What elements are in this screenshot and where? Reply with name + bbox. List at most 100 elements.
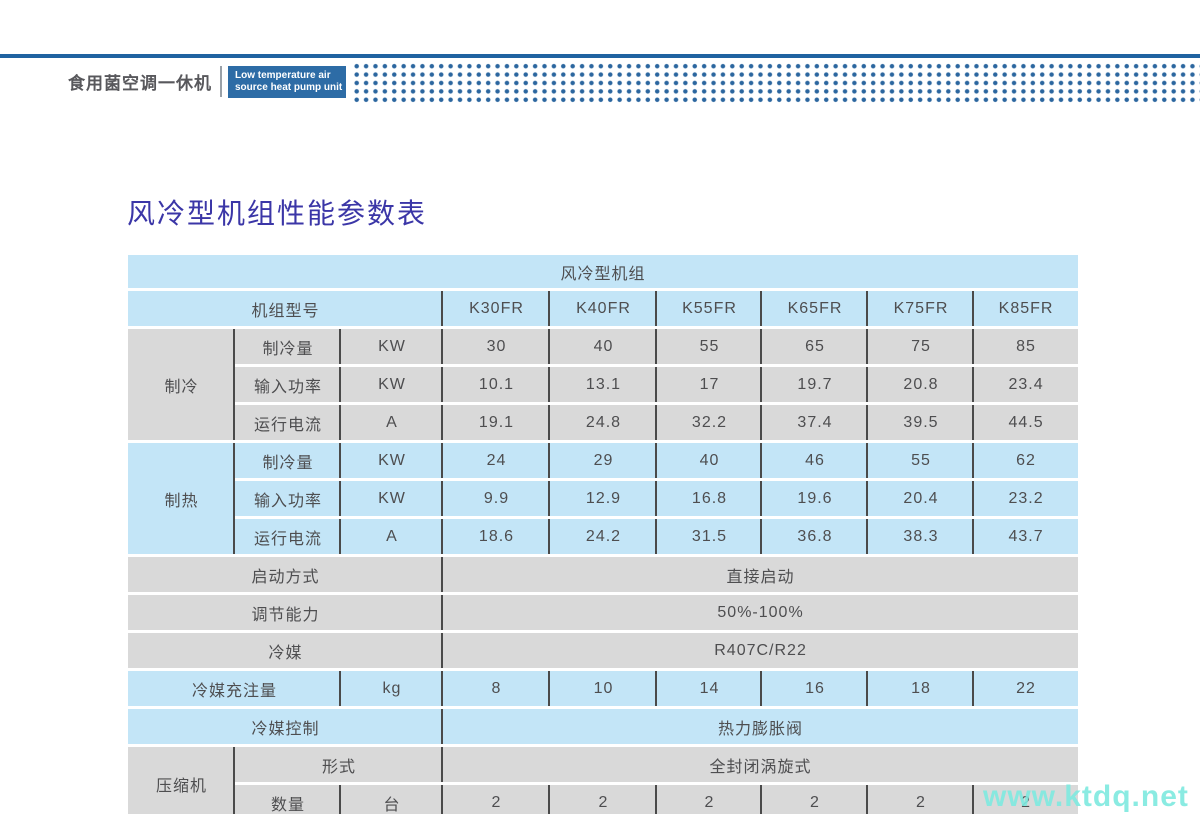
row-header: 启动方式 [128, 557, 443, 595]
unit-cell: KW [341, 367, 443, 405]
value-cell: 29 [550, 443, 657, 481]
catalog-page: 食用菌空调一休机 Low temperature air source heat… [0, 0, 1200, 814]
unit-cell: KW [341, 481, 443, 519]
value-cell: 9.9 [443, 481, 550, 519]
unit-cell: KW [341, 443, 443, 481]
value-cell: 20.4 [868, 481, 974, 519]
site-watermark: www.ktdq.net [983, 780, 1189, 814]
value-cell: 23.2 [974, 481, 1078, 519]
row-header: 调节能力 [128, 595, 443, 633]
row-header: 输入功率 [235, 481, 341, 519]
badge-line2: source heat pump unit [235, 82, 346, 94]
value-cell: 18.6 [443, 519, 550, 557]
value-cell: 37.4 [762, 405, 868, 443]
value-cell: 43.7 [974, 519, 1078, 557]
row-header: 制冷量 [235, 329, 341, 367]
value-cell: 44.5 [974, 405, 1078, 443]
spec-table-container: 风冷型机组机组型号K30FRK40FRK55FRK65FRK75FRK85FR制… [128, 255, 1078, 814]
row-header: 冷媒控制 [128, 709, 443, 747]
value-cell: 24 [443, 443, 550, 481]
table-row: 风冷型机组 [128, 255, 1078, 291]
group-header-heating: 制热 [128, 443, 235, 557]
value-cell: 2 [443, 785, 550, 814]
product-badge: Low temperature air source heat pump uni… [228, 66, 346, 98]
value-cell: 46 [762, 443, 868, 481]
value-cell: 75 [868, 329, 974, 367]
value-cell: 55 [868, 443, 974, 481]
value-cell: 65 [762, 329, 868, 367]
row-header: 运行电流 [235, 405, 341, 443]
value-cell: 39.5 [868, 405, 974, 443]
row-header: 制冷量 [235, 443, 341, 481]
column-header-model: K30FR [443, 291, 550, 329]
brand-title: 食用菌空调一休机 [68, 70, 218, 98]
page-title: 风冷型机组性能参数表 [127, 192, 427, 232]
value-cell: 17 [657, 367, 762, 405]
table-row: 制热制冷量KW242940465562 [128, 443, 1078, 481]
value-cell: 10 [550, 671, 657, 709]
row-header: 运行电流 [235, 519, 341, 557]
column-header-model: K65FR [762, 291, 868, 329]
value-cell: 2 [868, 785, 974, 814]
value-cell: 30 [443, 329, 550, 367]
table-row: 运行电流A18.624.231.536.838.343.7 [128, 519, 1078, 557]
value-cell: 85 [974, 329, 1078, 367]
value-cell: 36.8 [762, 519, 868, 557]
value-cell: 32.2 [657, 405, 762, 443]
unit-cell: kg [341, 671, 443, 709]
value-cell: 13.1 [550, 367, 657, 405]
value-cell: 19.6 [762, 481, 868, 519]
value-cell: 16.8 [657, 481, 762, 519]
value-cell: 31.5 [657, 519, 762, 557]
unit-cell: 台 [341, 785, 443, 814]
value-cell: 16 [762, 671, 868, 709]
value-cell: 8 [443, 671, 550, 709]
value-cell: 23.4 [974, 367, 1078, 405]
row-header: 冷媒充注量 [128, 671, 341, 709]
value-cell: 12.9 [550, 481, 657, 519]
unit-cell: A [341, 519, 443, 557]
value-cell: 20.8 [868, 367, 974, 405]
value-cell: 14 [657, 671, 762, 709]
header-accent-rule [0, 54, 1200, 58]
column-header-model: K85FR [974, 291, 1078, 329]
row-header: 形式 [235, 747, 443, 785]
group-header-cooling: 制冷 [128, 329, 235, 443]
value-cell: 24.8 [550, 405, 657, 443]
unit-cell: A [341, 405, 443, 443]
value-cell: 19.1 [443, 405, 550, 443]
group-header-compressor: 压缩机 [128, 747, 235, 814]
value-cell: 2 [762, 785, 868, 814]
column-header-model: K75FR [868, 291, 974, 329]
performance-spec-table: 风冷型机组机组型号K30FRK40FRK55FRK65FRK75FRK85FR制… [128, 255, 1078, 814]
table-row: 输入功率KW10.113.11719.720.823.4 [128, 367, 1078, 405]
value-cell: 40 [657, 443, 762, 481]
row-header: 数量 [235, 785, 341, 814]
dot-pattern-decoration [352, 62, 1200, 104]
table-title-cell: 风冷型机组 [128, 255, 1078, 291]
value-cell: R407C/R22 [443, 633, 1078, 671]
value-cell: 22 [974, 671, 1078, 709]
table-row: 冷媒R407C/R22 [128, 633, 1078, 671]
value-cell: 55 [657, 329, 762, 367]
column-header-model: K55FR [657, 291, 762, 329]
header-divider [220, 66, 222, 97]
value-cell: 10.1 [443, 367, 550, 405]
table-row: 冷媒充注量kg81014161822 [128, 671, 1078, 709]
table-row: 机组型号K30FRK40FRK55FRK65FRK75FRK85FR [128, 291, 1078, 329]
value-cell: 40 [550, 329, 657, 367]
column-header-model: K40FR [550, 291, 657, 329]
badge-line1: Low temperature air [235, 70, 346, 82]
table-row: 数量台222222 [128, 785, 1078, 814]
value-cell: 2 [657, 785, 762, 814]
value-cell: 19.7 [762, 367, 868, 405]
value-cell: 直接启动 [443, 557, 1078, 595]
table-row: 调节能力50%-100% [128, 595, 1078, 633]
table-row: 冷媒控制热力膨胀阀 [128, 709, 1078, 747]
row-header: 输入功率 [235, 367, 341, 405]
row-header-model: 机组型号 [128, 291, 443, 329]
table-row: 运行电流A19.124.832.237.439.544.5 [128, 405, 1078, 443]
value-cell: 18 [868, 671, 974, 709]
unit-cell: KW [341, 329, 443, 367]
value-cell: 热力膨胀阀 [443, 709, 1078, 747]
